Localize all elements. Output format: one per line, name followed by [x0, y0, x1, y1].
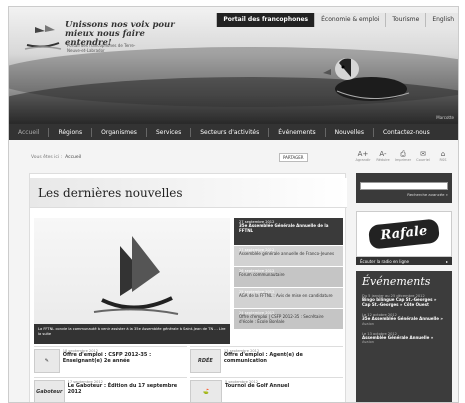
mail-icon: ✉ [420, 150, 426, 158]
event-item[interactable]: Le 12 octobre 2012 35e Assemblée Générale… [362, 313, 446, 326]
nav-nouvelles[interactable]: Nouvelles [326, 127, 374, 137]
page: Unissons nos voix pour mieux nous faire … [8, 6, 459, 403]
event-item[interactable]: Le 13 octobre 2012 Assemblée Générale Ann… [362, 332, 446, 345]
news-thumbnail: ⛳ [190, 380, 222, 402]
news-item[interactable]: 25 septembre 2012 AGA de la FFTNL : Avis … [234, 288, 343, 309]
nav-regions[interactable]: Régions [49, 127, 93, 137]
boat-logo-icon[interactable] [23, 19, 63, 51]
news-card[interactable]: RDÉE 13 septembre 2012 Offre d'emploi : A… [190, 346, 343, 376]
news-thumbnail: ✎ [34, 349, 60, 373]
enlarge-icon: A+ [357, 150, 369, 158]
reduce-icon: A- [379, 150, 387, 158]
tool-label: Imprimer [394, 158, 412, 162]
topnav-economie[interactable]: Économie & emploi [314, 13, 386, 27]
print-button[interactable]: ⎙ Imprimer [394, 150, 412, 162]
nav-services[interactable]: Services [147, 127, 192, 137]
advanced-search-link[interactable]: Recherche avancée » [360, 192, 448, 197]
topnav-english[interactable]: English [425, 13, 458, 27]
events-panel: Événements Du 5 janvier au 25 décembre 2… [356, 271, 452, 402]
tool-label: Réduire [376, 158, 390, 162]
news-item[interactable]: 24 septembre 2012 Offre d'emploi | CSFP 2… [234, 309, 343, 330]
news-row: Gaboteur 17 septembre 2012 Le Gaboteur : … [34, 377, 343, 402]
print-icon: ⎙ [400, 150, 406, 158]
site-header: Unissons nos voix pour mieux nous faire … [9, 7, 458, 124]
nav-evenements[interactable]: Événements [269, 127, 326, 137]
news-item[interactable]: 27 septembre 2012 35e Assemblée Générale … [234, 218, 343, 246]
tool-label: Courriel [416, 158, 430, 162]
news-card[interactable]: ✎ 18 septembre 2012 Offre d'emploi : CSFP… [34, 346, 187, 376]
news-thumbnail: Gaboteur [34, 380, 65, 402]
rafale-banner[interactable]: Rafale [356, 211, 452, 257]
breadcrumb: Vous êtes ici : Accueil [31, 155, 81, 160]
news-headline: Offre d'emploi : Agent(e) de communicati… [223, 352, 303, 364]
news-title: Les dernières nouvelles [38, 186, 183, 200]
tool-label: Agrandir [355, 158, 371, 162]
news-headline: Le Gaboteur : Édition du 17 septembre 20… [67, 383, 178, 395]
event-place: Avalon [362, 321, 375, 326]
main-navigation: Accueil Régions Organismes Services Sect… [9, 124, 458, 140]
enlarge-text-button[interactable]: A+ Agrandir [355, 150, 371, 162]
news-list: 27 septembre 2012 35e Assemblée Générale … [234, 218, 343, 330]
news-headline: Assemblée générale annuelle de Franco-Je… [239, 251, 335, 256]
rss-icon: ⌂ [440, 150, 446, 158]
share-button[interactable]: PARTAGER [279, 153, 308, 162]
page-tools: A+ Agrandir A- Réduire ⎙ Imprimer ✉ Courriel… [355, 150, 450, 162]
topnav-tourisme[interactable]: Tourisme [385, 13, 426, 27]
right-column: Recherche avancée » Rafale Écouter la ra… [356, 173, 452, 402]
photo-credit: Marcotte [436, 115, 454, 120]
news-section: Les dernières nouvelles La FFTNL convie … [29, 173, 347, 402]
tool-label: RSS [439, 158, 447, 162]
nav-organismes[interactable]: Organismes [92, 127, 147, 137]
news-card[interactable]: Gaboteur 17 septembre 2012 Le Gaboteur : … [34, 377, 187, 402]
nav-contact[interactable]: Contactez-nous [374, 128, 439, 137]
play-arrow-icon: ▸ [445, 259, 448, 264]
news-headline: Forum communautaire [239, 272, 285, 277]
news-headline: Offre d'emploi | CSFP 2012-35 : Secrétai… [239, 314, 324, 324]
news-headline: Offre d'emploi : CSFP 2012-35 : Enseigna… [62, 352, 152, 364]
news-headline: 35e Assemblée Générale Annuelle de la FF… [239, 223, 329, 233]
search-box: Recherche avancée » [356, 173, 452, 203]
nav-secteurs[interactable]: Secteurs d'activités [191, 127, 270, 137]
event-title: Bingo bilingue Cap St.-Georges » Cap St.… [362, 297, 437, 307]
radio-label: Écouter la radio en ligne [360, 259, 409, 264]
news-header: Les dernières nouvelles [30, 178, 347, 208]
news-item[interactable]: 26 septembre 2012 Forum communautaire [234, 267, 343, 288]
breadcrumb-label: Vous êtes ici : [31, 155, 63, 160]
news-headline: AGA de la FFTNL : Avis de mise en candid… [239, 293, 333, 298]
event-place: Avalon [362, 340, 375, 345]
event-title: 35e Assemblée Générale Annuelle » [362, 316, 443, 322]
news-item[interactable]: 27 septembre 2012 Assemblée générale annu… [234, 246, 343, 267]
topnav-portail[interactable]: Portail des francophones [216, 13, 315, 27]
puffin-image [323, 58, 410, 101]
site-subslogan: Portail des francophones de Terre-Neuve-… [67, 43, 136, 53]
events-title: Événements [362, 275, 431, 288]
rss-button[interactable]: ⌂ RSS [436, 150, 450, 162]
radio-link[interactable]: Écouter la radio en ligne ▸ [356, 257, 452, 265]
reduce-text-button[interactable]: A- Réduire [376, 150, 390, 162]
sailboat-logo-icon [93, 236, 179, 315]
top-navigation: Portail des francophones Économie & empl… [216, 13, 458, 27]
rafale-logo: Rafale [367, 218, 441, 250]
hero-caption[interactable]: La FFTNL convie la communauté à venir as… [34, 324, 230, 344]
search-input[interactable] [360, 182, 448, 190]
event-item[interactable]: Du 5 janvier au 25 décembre 2012 Bingo bi… [362, 294, 446, 307]
news-row: ✎ 18 septembre 2012 Offre d'emploi : CSFP… [34, 346, 343, 376]
news-headline: Tournoi de Golf Annuel [225, 383, 290, 389]
news-thumbnail: RDÉE [190, 349, 221, 373]
nav-accueil[interactable]: Accueil [9, 127, 50, 137]
breadcrumb-current[interactable]: Accueil [65, 155, 81, 160]
news-card[interactable]: ⛳ 5 septembre 2012 Tournoi de Golf Annuel [190, 377, 343, 402]
email-button[interactable]: ✉ Courriel [416, 150, 430, 162]
